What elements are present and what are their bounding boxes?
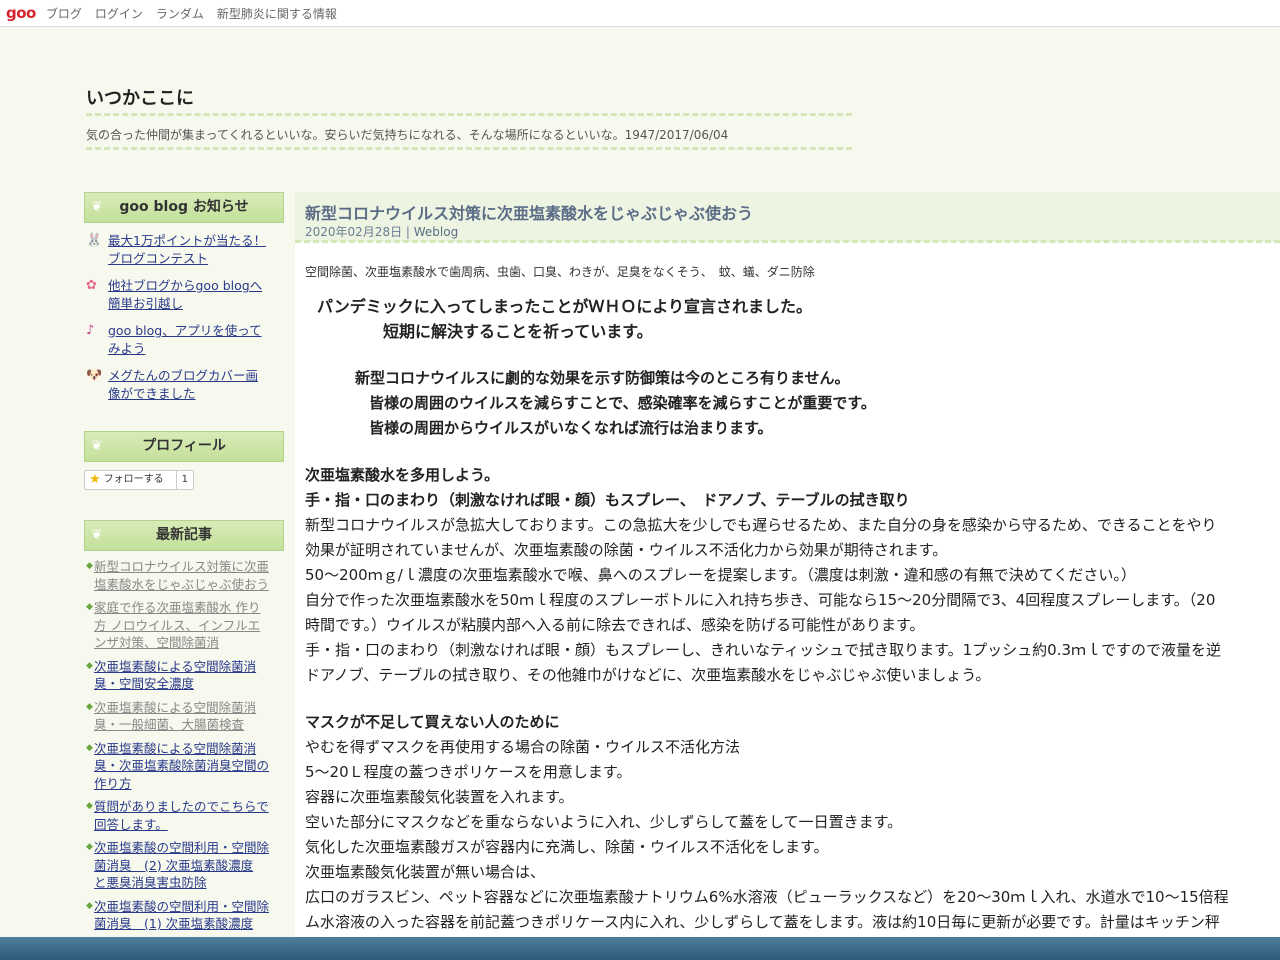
lead-line: 皆様の周囲のウイルスを減らすことで、感染確率を減らすことが重要です。 xyxy=(369,394,876,412)
article-body: 空間除菌、次亜塩素酸水で歯周病、虫歯、口臭、わきが、足臭をなくそう、 蚊、蟻、ダ… xyxy=(305,264,1280,935)
notice-item[interactable]: ♪ goo blog、アプリを使って みよう xyxy=(86,322,284,358)
section-heading: 次亜塩素酸水を多用しよう。 xyxy=(305,466,500,484)
paragraph-line: 気化した次亜塩素酸ガスが容器内に充満し、除菌・ウイルス不活化をします。 xyxy=(305,838,829,856)
article-tags: 空間除菌、次亜塩素酸水で歯周病、虫歯、口臭、わきが、足臭をなくそう、 蚊、蟻、ダ… xyxy=(305,265,815,279)
desktop-taskbar xyxy=(0,937,1280,960)
goo-logo[interactable]: goo xyxy=(6,4,36,22)
paragraph-line: 時間です。）ウイルスが粘膜内部へ入る前に除去できれば、感染を防げる可能性がありま… xyxy=(305,616,925,634)
topbar-link-blog[interactable]: ブログ xyxy=(46,5,82,22)
paragraph-line: 5〜20Ｌ程度の蓋つきポリケースを用意します。 xyxy=(305,763,632,781)
topbar-link-covid-info[interactable]: 新型肺炎に関する情報 xyxy=(217,5,337,22)
paragraph-line: 広口のガラスビン、ペット容器などに次亜塩素酸ナトリウム6%水溶液（ピューラックス… xyxy=(305,888,1229,906)
leaf-icon: ❦ xyxy=(91,199,103,215)
paragraph-line: 効果が証明されていませんが、次亜塩素酸の除菌・ウイルス不活化力から効果が期待され… xyxy=(305,541,948,559)
recent-post-item[interactable]: ◆ 新型コロナウイルス対策に次亜 塩素酸水をじゃぶじゃぶ使おう xyxy=(86,558,282,593)
recent-post-item[interactable]: ◆ 質問がありましたのでこちらで 回答します。 xyxy=(86,798,282,833)
music-note-icon: ♪ xyxy=(86,323,95,338)
lead-line: パンデミックに入ってしまったことがＷＨＯにより宣言されました。 xyxy=(317,297,813,316)
paragraph-line: 空いた部分にマスクなどを重ならないように入れ、少しずらして蓋をして一日置きます。 xyxy=(305,813,903,831)
lead-line: 短期に解決することを祈っています。 xyxy=(383,322,653,341)
notice-item[interactable]: 🐰 最大1万ポイントが当たる！ ブログコンテスト xyxy=(86,232,284,268)
recent-post-item[interactable]: ◆ 次亜塩素酸による空間除菌消 臭・次亜塩素酸除菌消臭空間の 作り方 xyxy=(86,740,282,793)
paragraph-line: やむを得ずマスクを再使用する場合の除菌・ウイルス不活化方法 xyxy=(305,738,741,756)
topbar-link-login[interactable]: ログイン xyxy=(95,5,143,22)
leaf-icon: ❦ xyxy=(91,527,103,543)
article-title[interactable]: 新型コロナウイルス対策に次亜塩素酸水をじゃぶじゃぶ使おう xyxy=(305,200,753,224)
leaf-icon: ❦ xyxy=(91,438,103,454)
follow-count: 1 xyxy=(175,471,193,489)
recent-posts-list: ◆ 新型コロナウイルス対策に次亜 塩素酸水をじゃぶじゃぶ使おう ◆ 家庭で作る次亜塩素… xyxy=(86,558,282,939)
recent-post-item[interactable]: ◆ 次亜塩素酸の空間利用・空間除 菌消臭 (1) 次亜塩素酸濃度 xyxy=(86,898,282,933)
section-subheading: 手・指・口のまわり（刺激なければ眼・顔）もスプレー、 ドアノブ、テーブルの拭き取… xyxy=(305,491,910,509)
blog-title[interactable]: いつかここに xyxy=(86,84,194,110)
article-header-divider xyxy=(295,240,1280,243)
article-date: 2020年02月28日 xyxy=(305,225,403,239)
section-heading: マスクが不足して買えない人のために xyxy=(305,713,560,731)
follow-button[interactable]: ★ フォローする 1 xyxy=(84,470,194,490)
sidebar-heading-recent: ❦ 最新記事 xyxy=(84,520,284,551)
recent-post-item[interactable]: ◆ 家庭で作る次亜塩素酸水 作り方 ノロウイルス、インフルエ ンザ対策、空間除菌消 xyxy=(86,599,282,652)
article-area: 新型コロナウイルス対策に次亜塩素酸水をじゃぶじゃぶ使おう 2020年02月28日… xyxy=(295,192,1280,937)
recent-post-item[interactable]: ◆ 次亜塩素酸による空間除菌消 臭・一般細菌、大腸菌検査 xyxy=(86,699,282,734)
article-meta: 2020年02月28日 | Weblog xyxy=(305,225,459,239)
flower-icon: ✿ xyxy=(86,278,97,293)
notice-item[interactable]: ✿ 他社ブログからgoo blogへ 簡単お引越し xyxy=(86,277,284,313)
paragraph-line: 手・指・口のまわり（刺激なければ眼・顔）もスプレーし、きれいなティッシュで拭き取… xyxy=(305,641,1222,659)
goo-top-bar: goo ブログ ログイン ランダム 新型肺炎に関する情報 xyxy=(0,0,1280,27)
topbar-link-random[interactable]: ランダム xyxy=(156,5,204,22)
paragraph-line: ドアノブ、テーブルの拭き取り、その他雑巾がけなどに、次亜塩素酸水をじゃぶじゃぶ使… xyxy=(305,666,991,684)
star-icon: ★ xyxy=(89,472,101,487)
article-header: 新型コロナウイルス対策に次亜塩素酸水をじゃぶじゃぶ使おう 2020年02月28日… xyxy=(295,192,1280,243)
rabbit-icon: 🐰 xyxy=(86,233,103,248)
lead-line: 新型コロナウイルスに劇的な効果を示す防御策は今のところ有りません。 xyxy=(355,369,850,387)
sidebar-heading-profile: ❦ プロフィール xyxy=(84,431,284,462)
recent-post-item[interactable]: ◆ 次亜塩素酸による空間除菌消 臭・空間安全濃度 xyxy=(86,658,282,693)
article-category[interactable]: Weblog xyxy=(414,225,458,239)
paragraph-line: 50〜200ｍｇ/ｌ濃度の次亜塩素酸水で喉、鼻へのスプレーを提案します。（濃度は… xyxy=(305,566,1136,584)
sidebar-heading-notices: ❦ goo blog お知らせ xyxy=(84,192,284,223)
paragraph-line: 容器に次亜塩素酸気化装置を入れます。 xyxy=(305,788,574,806)
header-divider-bottom xyxy=(86,147,852,150)
blog-description: 気の合った仲間が集まってくれるといいな。安らいだ気持ちになれる、そんな場所になる… xyxy=(86,128,729,142)
paragraph-line: 次亜塩素酸気化装置が無い場合は、 xyxy=(305,863,546,881)
header-divider xyxy=(86,113,852,116)
notice-list: 🐰 最大1万ポイントが当たる！ ブログコンテスト ✿ 他社ブログからgoo blo… xyxy=(86,232,284,412)
paragraph-line: 自分で作った次亜塩素酸水を50ｍｌ程度のスプレーボトルに入れ持ち歩き、可能なら1… xyxy=(305,591,1216,609)
notice-item[interactable]: 🐶 メグたんのブログカバー画 像ができました xyxy=(86,367,284,403)
paragraph-line: 新型コロナウイルスが急拡大しております。この急拡大を少しでも遅らせるため、また自… xyxy=(305,516,1217,534)
lead-line: 皆様の周囲からウイルスがいなくなれば流行は治まります。 xyxy=(369,419,773,437)
dog-icon: 🐶 xyxy=(86,368,103,383)
paragraph-line: ム水溶液の入った容器を前記蓋つきポリケース内に入れ、少しずらして蓋をします。液は… xyxy=(305,913,1220,931)
recent-post-item[interactable]: ◆ 次亜塩素酸の空間利用・空間除 菌消臭 (2) 次亜塩素酸濃度 と悪臭消臭害虫防除 xyxy=(86,839,282,892)
